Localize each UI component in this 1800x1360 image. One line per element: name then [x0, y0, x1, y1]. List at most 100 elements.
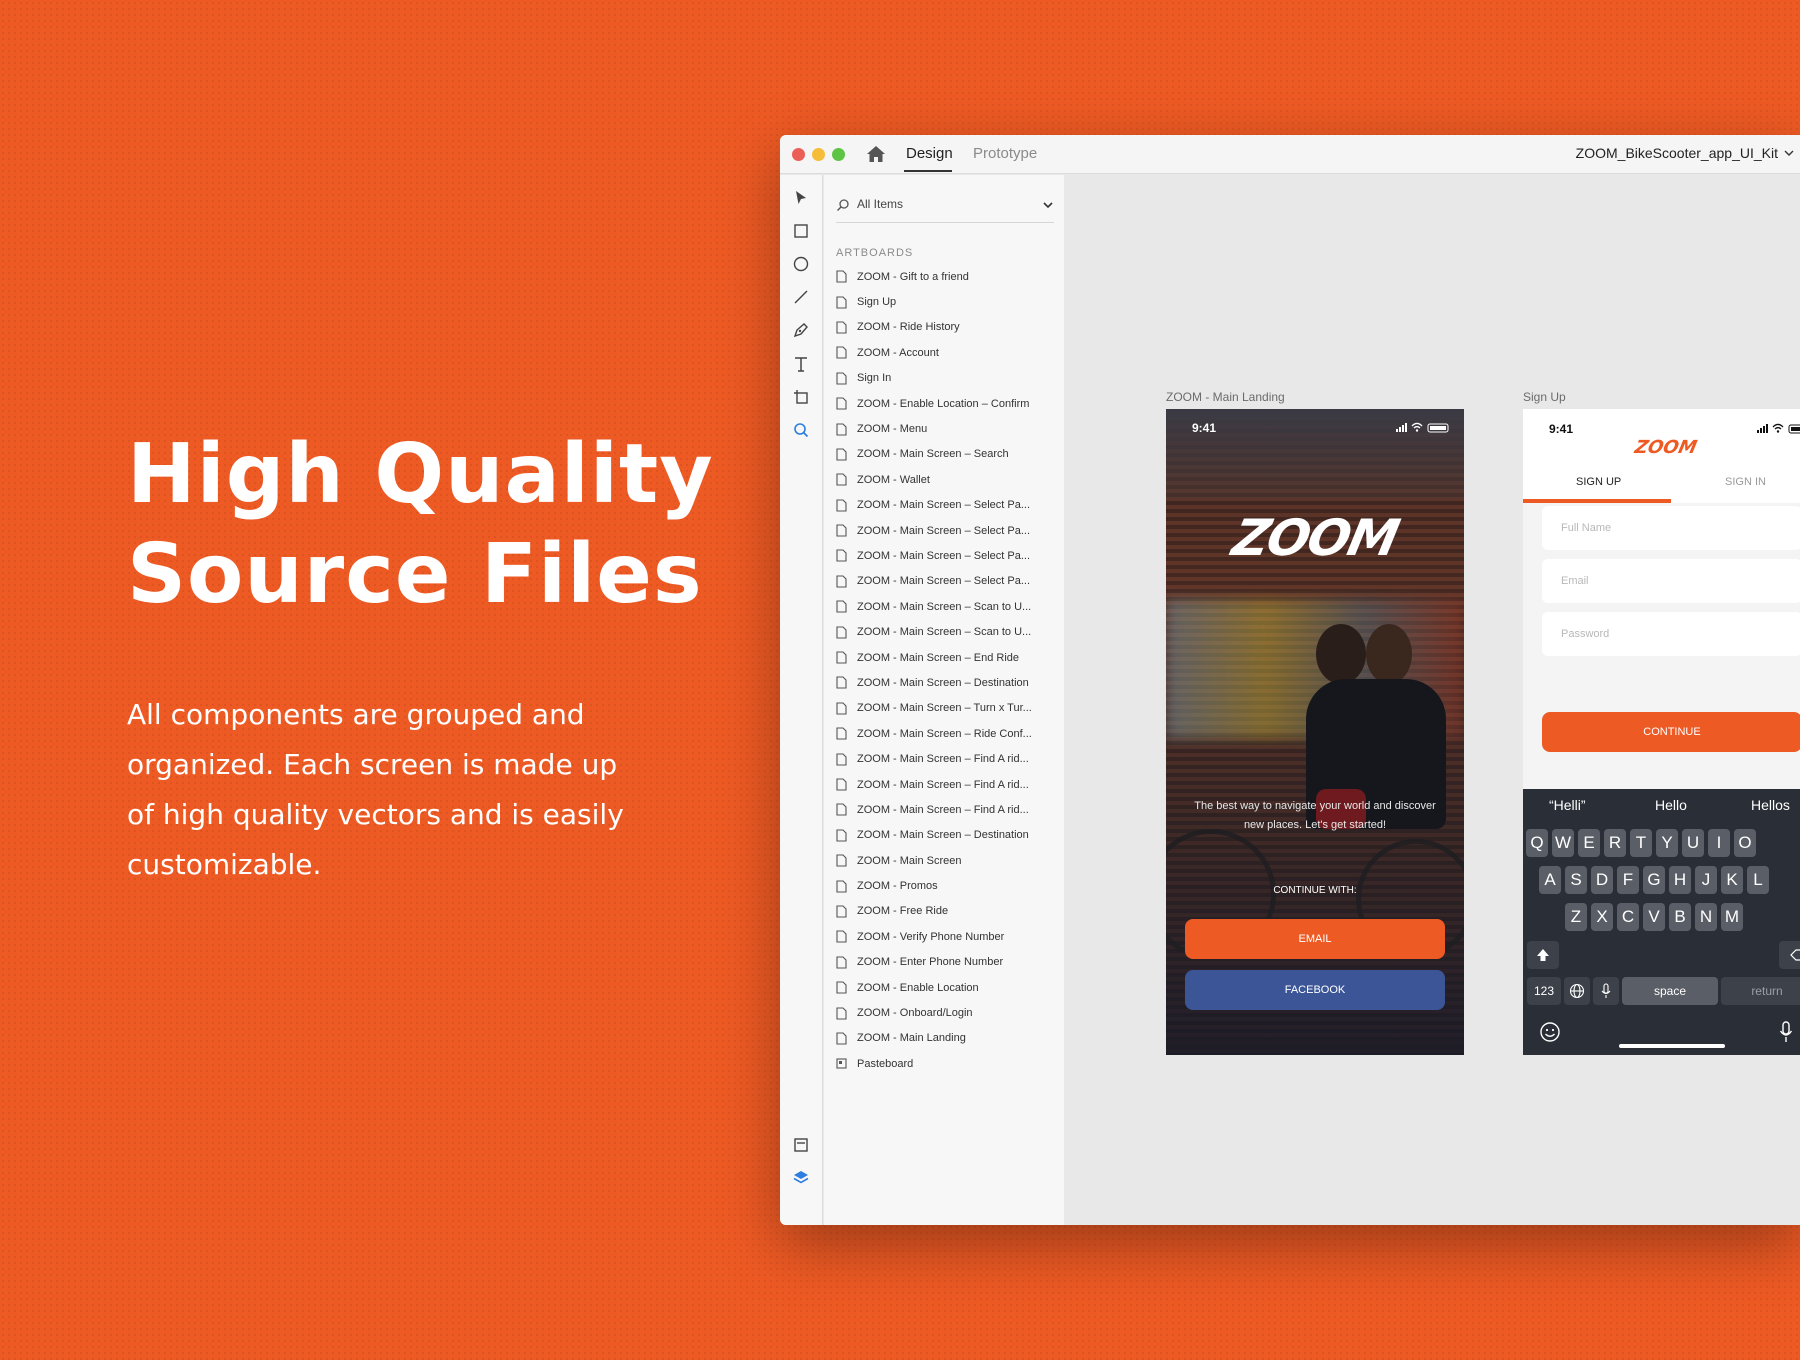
- key-v[interactable]: V: [1643, 903, 1665, 931]
- key-h[interactable]: H: [1669, 866, 1691, 894]
- tab-sign-in[interactable]: SIGN IN: [1725, 476, 1766, 488]
- shift-key[interactable]: [1527, 941, 1559, 969]
- artboard-tool-icon[interactable]: [791, 387, 811, 407]
- tab-sign-up[interactable]: SIGN UP: [1576, 476, 1621, 488]
- key-o[interactable]: O: [1734, 829, 1756, 857]
- return-key[interactable]: return: [1721, 977, 1800, 1005]
- artboard-list-item[interactable]: ZOOM - Verify Phone Number: [836, 924, 1056, 949]
- artboard-list-item[interactable]: ZOOM - Main Screen – Search: [836, 442, 1056, 467]
- select-tool-icon[interactable]: [791, 188, 811, 208]
- artboard-list-item[interactable]: ZOOM - Enable Location: [836, 975, 1056, 1000]
- key-j[interactable]: J: [1695, 866, 1717, 894]
- maximize-window-button[interactable]: [832, 148, 845, 161]
- full-name-field[interactable]: Full Name: [1542, 506, 1800, 550]
- ellipse-tool-icon[interactable]: [791, 254, 811, 274]
- artboard-main-landing[interactable]: 9:41 ZOOM The best way to navigate your …: [1166, 409, 1464, 1055]
- key-z[interactable]: Z: [1565, 903, 1587, 931]
- chevron-down-icon[interactable]: [1784, 148, 1794, 158]
- key-s[interactable]: S: [1565, 866, 1587, 894]
- artboard-list-item[interactable]: ZOOM - Free Ride: [836, 899, 1056, 924]
- key-l[interactable]: L: [1747, 866, 1769, 894]
- assets-icon[interactable]: [791, 1135, 811, 1155]
- globe-key[interactable]: [1564, 977, 1590, 1005]
- close-window-button[interactable]: [792, 148, 805, 161]
- home-icon[interactable]: [866, 145, 886, 163]
- artboard-list-item[interactable]: ZOOM - Main Screen – Find A rid...: [836, 797, 1056, 822]
- key-d[interactable]: D: [1591, 866, 1613, 894]
- key-i[interactable]: I: [1708, 829, 1730, 857]
- key-x[interactable]: X: [1591, 903, 1613, 931]
- password-field[interactable]: Password: [1542, 612, 1800, 656]
- line-tool-icon[interactable]: [791, 287, 811, 307]
- key-y[interactable]: Y: [1656, 829, 1678, 857]
- suggestion-1[interactable]: “Helli”: [1549, 797, 1586, 813]
- key-q[interactable]: Q: [1526, 829, 1548, 857]
- artboard-list-item[interactable]: ZOOM - Promos: [836, 873, 1056, 898]
- numbers-key[interactable]: 123: [1527, 977, 1561, 1005]
- dictation-key[interactable]: [1593, 977, 1619, 1005]
- delete-key[interactable]: [1779, 941, 1800, 969]
- artboard-list-item[interactable]: ZOOM - Main Screen – Select Pa...: [836, 493, 1056, 518]
- layers-icon[interactable]: [791, 1168, 811, 1188]
- artboard-list-item[interactable]: ZOOM - Account: [836, 340, 1056, 365]
- email-field[interactable]: Email: [1542, 559, 1800, 603]
- document-title[interactable]: ZOOM_BikeScooter_app_UI_Kit: [1576, 145, 1778, 161]
- space-key[interactable]: space: [1622, 977, 1718, 1005]
- key-c[interactable]: C: [1617, 903, 1639, 931]
- artboard-list-item[interactable]: ZOOM - Main Screen – Find A rid...: [836, 772, 1056, 797]
- artboard-list-item[interactable]: ZOOM - Enter Phone Number: [836, 950, 1056, 975]
- key-a[interactable]: A: [1539, 866, 1561, 894]
- artboard-list-item[interactable]: ZOOM - Main Screen – Scan to U...: [836, 594, 1056, 619]
- artboard-list-item[interactable]: ZOOM - Main Screen – Scan to U...: [836, 619, 1056, 644]
- artboard-list-item[interactable]: ZOOM - Main Screen – Find A rid...: [836, 746, 1056, 771]
- artboard-list-item[interactable]: ZOOM - Menu: [836, 416, 1056, 441]
- artboard-list-item[interactable]: ZOOM - Main Screen: [836, 848, 1056, 873]
- artboard-list-item[interactable]: ZOOM - Enable Location – Confirm: [836, 391, 1056, 416]
- key-k[interactable]: K: [1721, 866, 1743, 894]
- artboard-list-item[interactable]: ZOOM - Main Screen – Select Pa...: [836, 569, 1056, 594]
- zoom-tool-icon[interactable]: [791, 420, 811, 440]
- emoji-icon[interactable]: [1539, 1021, 1561, 1043]
- key-e[interactable]: E: [1578, 829, 1600, 857]
- continue-button[interactable]: CONTINUE: [1542, 712, 1800, 752]
- artboard-list-item[interactable]: Sign In: [836, 366, 1056, 391]
- pen-tool-icon[interactable]: [791, 320, 811, 340]
- key-f[interactable]: F: [1617, 866, 1639, 894]
- artboard-list-item[interactable]: ZOOM - Main Landing: [836, 1026, 1056, 1051]
- artboard-list-item[interactable]: ZOOM - Onboard/Login: [836, 1000, 1056, 1025]
- artboard-sign-up[interactable]: 9:41 ZOOM SIGN UP SIGN IN Full Name Emai…: [1523, 409, 1800, 1055]
- suggestion-2[interactable]: Hello: [1655, 797, 1687, 813]
- artboard-label-sign-up[interactable]: Sign Up: [1523, 390, 1566, 404]
- tab-prototype[interactable]: Prototype: [973, 145, 1037, 162]
- key-b[interactable]: B: [1669, 903, 1691, 931]
- artboard-label-main-landing[interactable]: ZOOM - Main Landing: [1166, 390, 1285, 404]
- suggestion-3[interactable]: Hellos: [1751, 797, 1790, 813]
- facebook-button[interactable]: FACEBOOK: [1185, 970, 1445, 1010]
- artboard-list-item[interactable]: ZOOM - Main Screen – Destination: [836, 823, 1056, 848]
- artboard-list-item[interactable]: ZOOM - Main Screen – End Ride: [836, 645, 1056, 670]
- key-t[interactable]: T: [1630, 829, 1652, 857]
- pasteboard-item[interactable]: Pasteboard: [836, 1051, 1056, 1076]
- artboard-list-item[interactable]: ZOOM - Main Screen – Turn x Tur...: [836, 696, 1056, 721]
- key-w[interactable]: W: [1552, 829, 1574, 857]
- artboard-list-item[interactable]: ZOOM - Main Screen – Select Pa...: [836, 543, 1056, 568]
- rectangle-tool-icon[interactable]: [791, 221, 811, 241]
- tab-design[interactable]: Design: [906, 145, 953, 162]
- email-button[interactable]: EMAIL: [1185, 919, 1445, 959]
- key-r[interactable]: R: [1604, 829, 1626, 857]
- key-m[interactable]: M: [1721, 903, 1743, 931]
- key-n[interactable]: N: [1695, 903, 1717, 931]
- artboard-list-item[interactable]: ZOOM - Gift to a friend: [836, 264, 1056, 289]
- artboard-list-item[interactable]: ZOOM - Main Screen – Destination: [836, 670, 1056, 695]
- microphone-icon[interactable]: [1779, 1021, 1793, 1043]
- key-g[interactable]: G: [1643, 866, 1665, 894]
- design-canvas[interactable]: ZOOM - Main Landing Sign Up 9:41 ZOOM Th…: [1064, 175, 1800, 1225]
- key-u[interactable]: U: [1682, 829, 1704, 857]
- text-tool-icon[interactable]: [791, 354, 811, 374]
- artboard-list-item[interactable]: ZOOM - Wallet: [836, 467, 1056, 492]
- artboard-list-item[interactable]: Sign Up: [836, 289, 1056, 314]
- artboard-list-item[interactable]: ZOOM - Main Screen – Select Pa...: [836, 518, 1056, 543]
- artboard-list-item[interactable]: ZOOM - Main Screen – Ride Conf...: [836, 721, 1056, 746]
- minimize-window-button[interactable]: [812, 148, 825, 161]
- filter-dropdown[interactable]: All Items: [836, 193, 1054, 223]
